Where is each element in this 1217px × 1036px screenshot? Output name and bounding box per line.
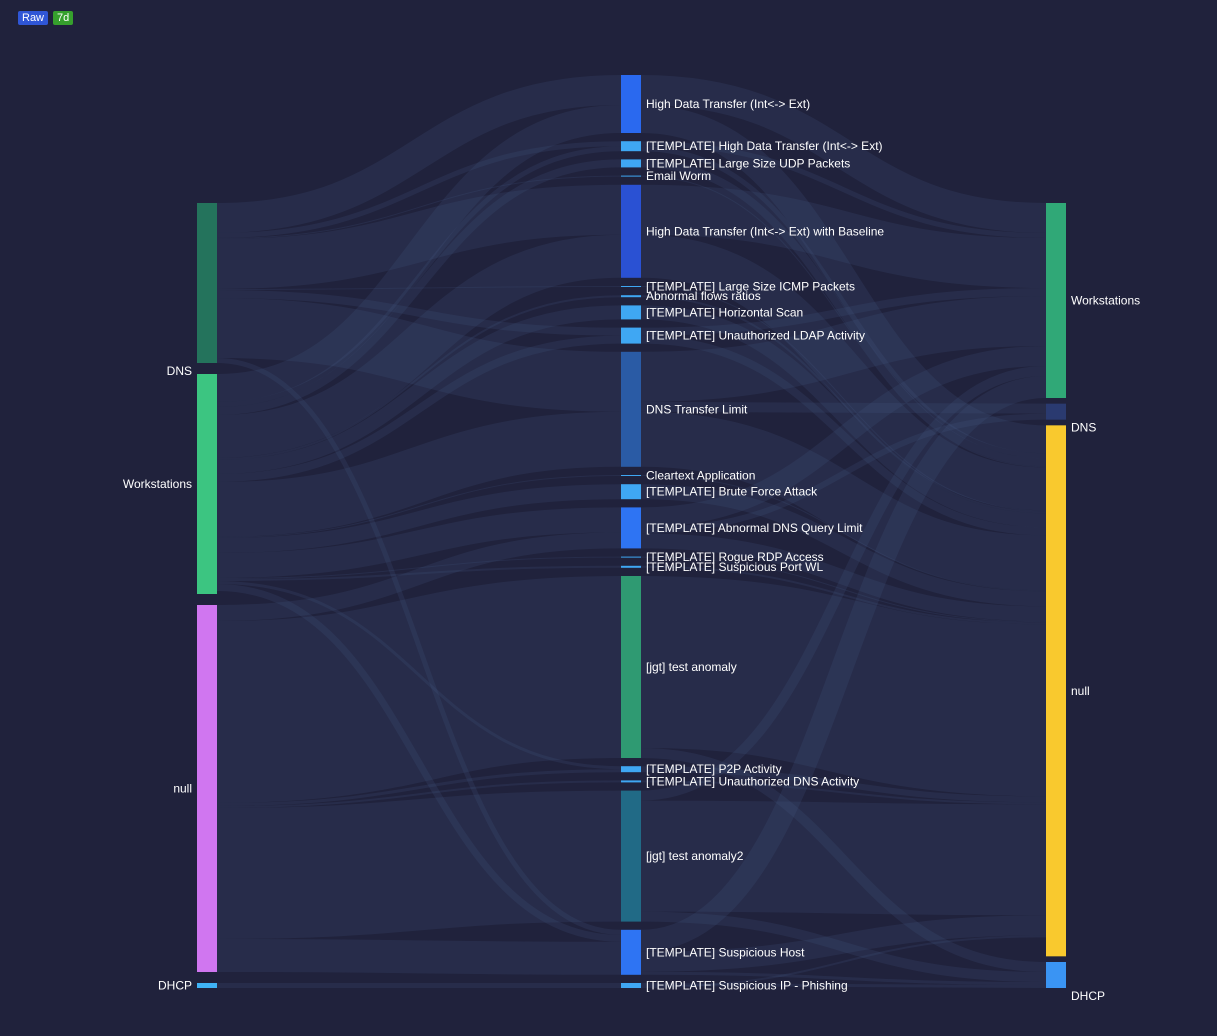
anomaly-node-template-high-data-transfer-int-ext[interactable]	[621, 141, 641, 152]
anomaly-node-high-data-transfer-int-ext-with-baseline[interactable]	[621, 184, 641, 278]
link-null-to-template-suspicious-host[interactable]	[216, 939, 622, 975]
anomaly-node-template-abnormal-dns-query-limit[interactable]	[621, 507, 641, 549]
target-node-workstations[interactable]	[1046, 203, 1066, 398]
anomaly-label-template-abnormal-dns-query-limit: [TEMPLATE] Abnormal DNS Query Limit	[646, 521, 863, 535]
anomaly-label-email-worm: Email Worm	[646, 169, 711, 183]
anomaly-node-template-brute-force-attack[interactable]	[621, 484, 641, 500]
anomaly-node-template-suspicious-port-wl[interactable]	[621, 565, 641, 568]
target-node-null[interactable]	[1046, 425, 1066, 957]
anomaly-node-template-rogue-rdp-access[interactable]	[621, 556, 641, 558]
anomaly-node-high-data-transfer-int-ext[interactable]	[621, 75, 641, 133]
anomaly-node-template-suspicious-ip-phishing[interactable]	[621, 983, 641, 988]
anomaly-node-template-large-size-udp-packets[interactable]	[621, 159, 641, 168]
sankey-diagram: DNS Workstations null DHCP High Data Transfe…	[123, 75, 1140, 1003]
anomaly-label-high-data-transfer-int-ext: High Data Transfer (Int<-> Ext)	[646, 97, 810, 111]
anomaly-node-jgt-test-anomaly2[interactable]	[621, 790, 641, 922]
source-node-dhcp[interactable]	[197, 983, 217, 988]
anomaly-node-template-unauthorized-ldap-activity[interactable]	[621, 327, 641, 344]
anomaly-label-dns-transfer-limit: DNS Transfer Limit	[646, 402, 748, 416]
anomaly-label-cleartext-application: Cleartext Application	[646, 469, 755, 483]
anomaly-label-template-suspicious-ip-phishing: [TEMPLATE] Suspicious IP - Phishing	[646, 979, 848, 993]
anomaly-node-email-worm[interactable]	[621, 175, 641, 177]
anomaly-node-template-p2p-activity[interactable]	[621, 766, 641, 773]
source-label-dns: DNS	[167, 364, 192, 378]
target-node-dhcp[interactable]	[1046, 962, 1066, 988]
anomaly-label-high-data-transfer-int-ext-with-baseline: High Data Transfer (Int<-> Ext) with Bas…	[646, 224, 884, 238]
anomaly-label-template-unauthorized-dns-activity: [TEMPLATE] Unauthorized DNS Activity	[646, 774, 859, 788]
anomaly-label-template-horizontal-scan: [TEMPLATE] Horizontal Scan	[646, 305, 803, 319]
anomaly-node-jgt-test-anomaly[interactable]	[621, 576, 641, 758]
anomaly-node-template-large-size-icmp-packets[interactable]	[621, 286, 641, 287]
anomaly-node-cleartext-application[interactable]	[621, 475, 641, 476]
anomaly-label-abnormal-flows-ratios: Abnormal flows ratios	[646, 289, 761, 303]
anomaly-label-template-unauthorized-ldap-activity: [TEMPLATE] Unauthorized LDAP Activity	[646, 329, 865, 343]
target-label-null: null	[1071, 684, 1090, 698]
link-null-to-jgt-test-anomaly2[interactable]	[216, 790, 622, 939]
target-label-dns: DNS	[1071, 421, 1096, 435]
anomaly-label-template-brute-force-attack: [TEMPLATE] Brute Force Attack	[646, 485, 818, 499]
target-node-dns[interactable]	[1046, 403, 1066, 420]
source-label-dhcp: DHCP	[158, 979, 192, 993]
anomaly-label-template-suspicious-host: [TEMPLATE] Suspicious Host	[646, 945, 805, 959]
anomaly-node-template-unauthorized-dns-activity[interactable]	[621, 780, 641, 783]
anomaly-node-template-horizontal-scan[interactable]	[621, 305, 641, 320]
source-node-workstations[interactable]	[197, 374, 217, 594]
anomaly-label-jgt-test-anomaly: [jgt] test anomaly	[646, 660, 737, 674]
anomaly-label-jgt-test-anomaly2: [jgt] test anomaly2	[646, 849, 744, 863]
target-label-dhcp: DHCP	[1071, 989, 1105, 1003]
anomaly-node-abnormal-flows-ratios[interactable]	[621, 295, 641, 298]
anomaly-label-template-high-data-transfer-int-ext: [TEMPLATE] High Data Transfer (Int<-> Ex…	[646, 139, 883, 153]
anomaly-label-template-suspicious-port-wl: [TEMPLATE] Suspicious Port WL	[646, 560, 823, 574]
anomaly-node-template-suspicious-host[interactable]	[621, 929, 641, 975]
anomaly-node-dns-transfer-limit[interactable]	[621, 351, 641, 467]
source-label-workstations: Workstations	[123, 477, 192, 491]
source-node-dns[interactable]	[197, 203, 217, 363]
source-node-null[interactable]	[197, 605, 217, 972]
source-label-null: null	[173, 782, 192, 796]
target-label-workstations: Workstations	[1071, 294, 1140, 308]
